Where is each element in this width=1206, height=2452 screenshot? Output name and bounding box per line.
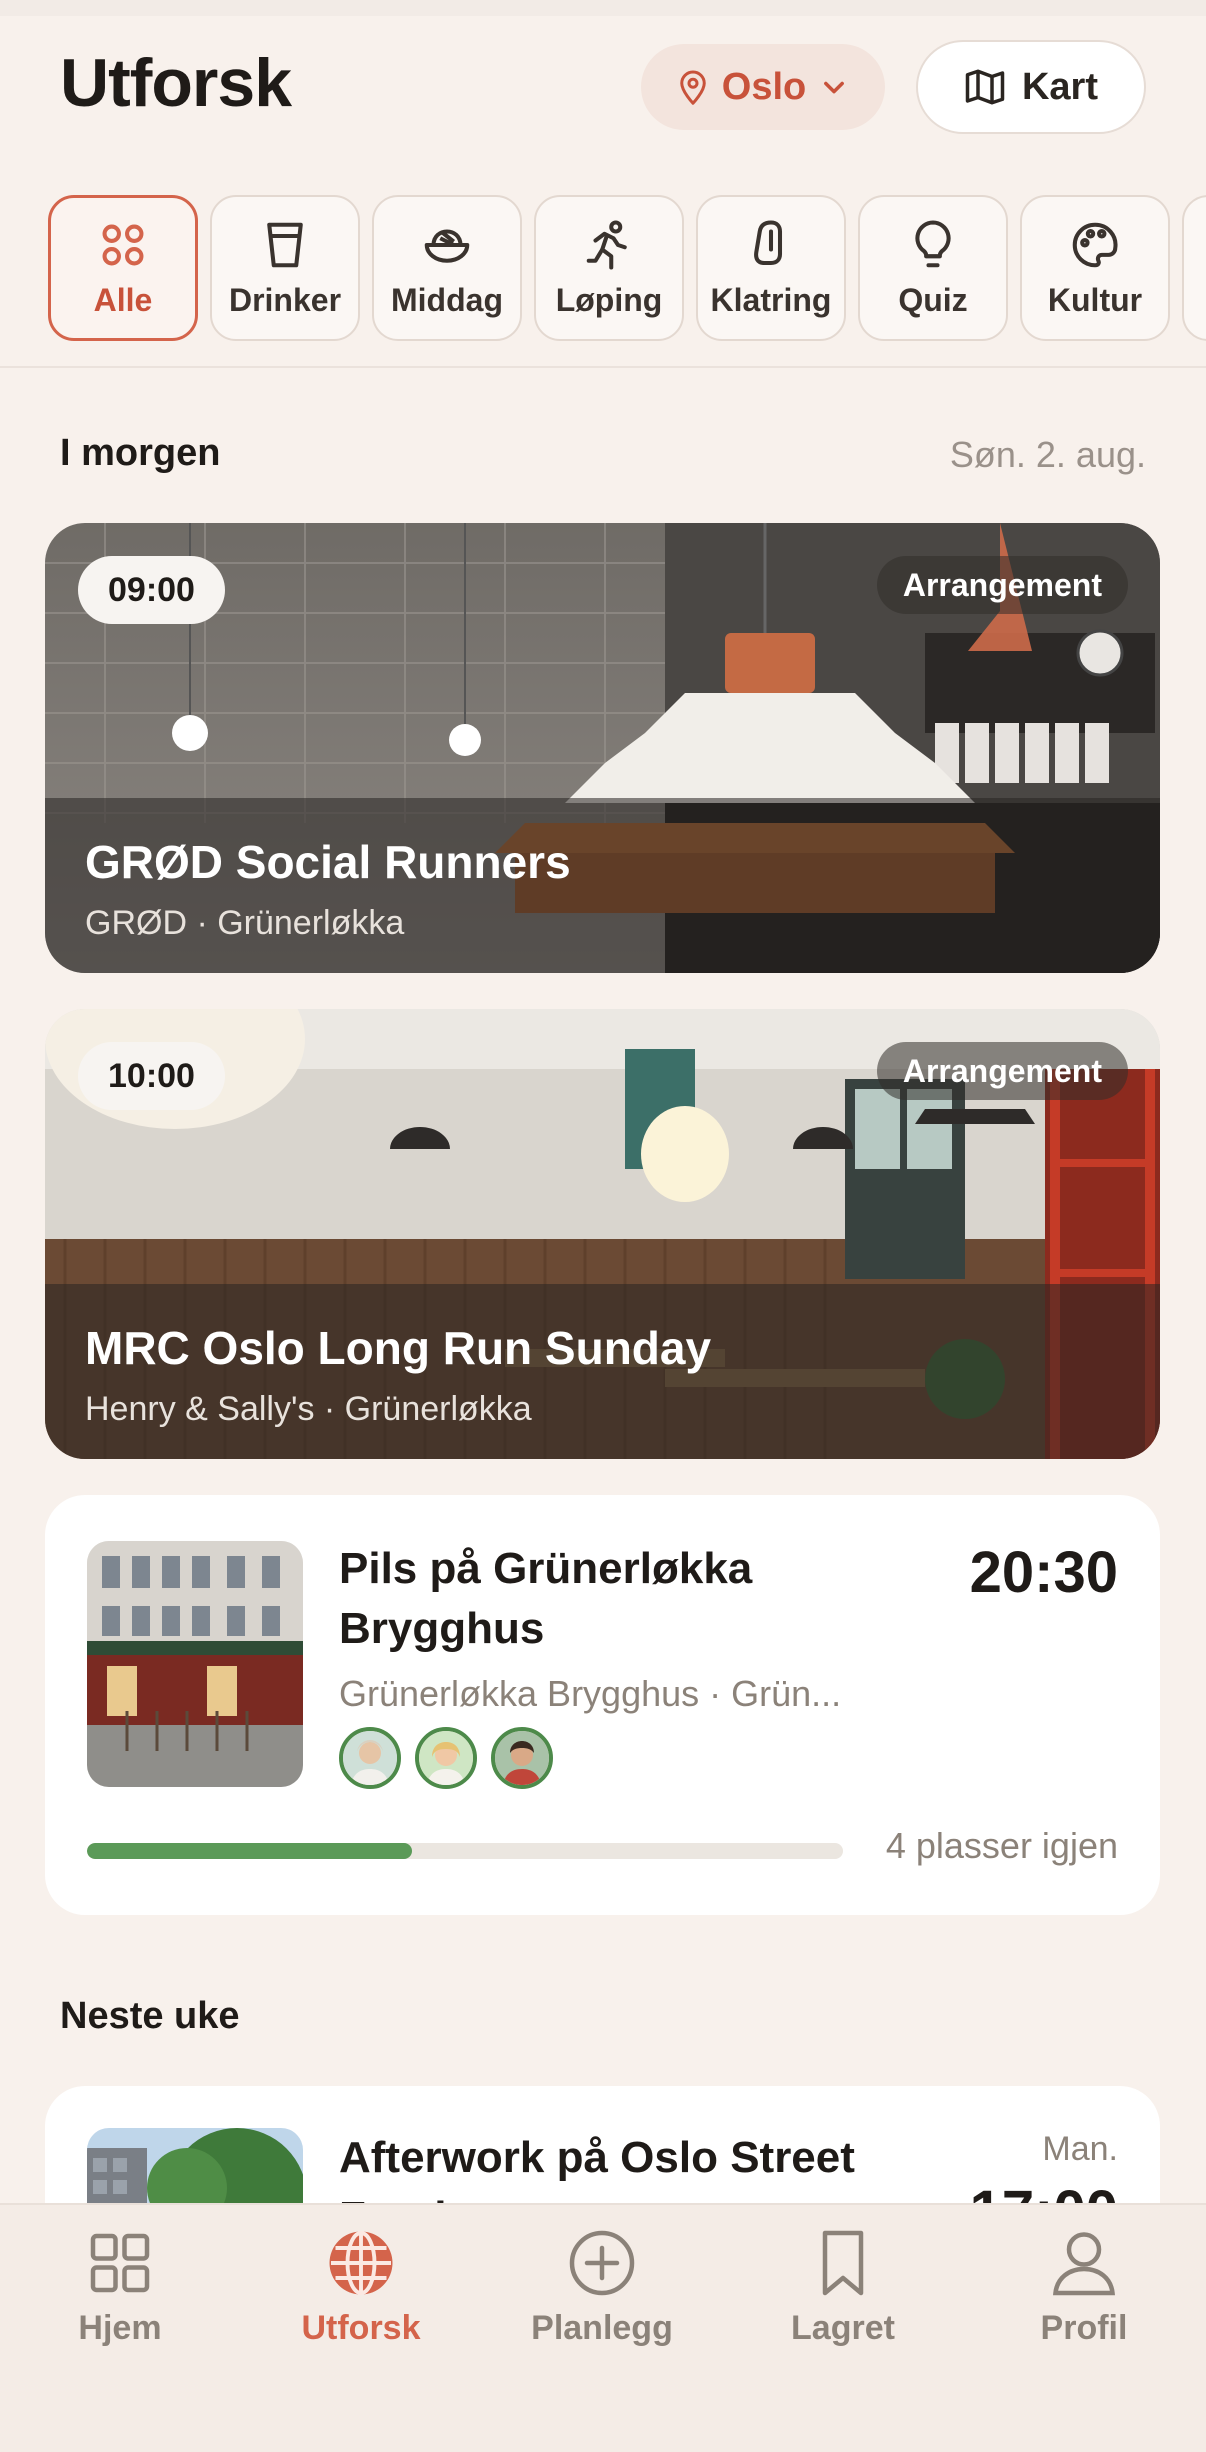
event-thumbnail	[87, 1541, 303, 1787]
event-time: 20:30	[969, 1540, 1118, 1605]
category-climbing[interactable]: Klatring	[696, 195, 846, 341]
category-label: Quiz	[898, 281, 968, 318]
grid-dots-icon	[102, 224, 144, 265]
event-title: MRC Oslo Long Run Sunday	[85, 1322, 712, 1374]
event-type-badge: Arrangement	[876, 1042, 1128, 1100]
nav-profile[interactable]: Profil	[984, 2227, 1184, 2348]
section-title-tomorrow: I morgen	[60, 432, 221, 474]
map-button[interactable]: Kart	[916, 40, 1146, 134]
cup-icon	[267, 222, 303, 267]
bookmark-icon	[822, 2230, 864, 2296]
bowl-icon	[424, 228, 470, 263]
category-drinks[interactable]: Drinker	[210, 195, 360, 341]
event-venue: Henry & Sally's · Grünerløkka	[85, 1390, 532, 1428]
nav-label: Hjem	[78, 2309, 162, 2347]
time-badge: 09:00	[78, 556, 225, 624]
spots-progress-fill	[87, 1843, 413, 1859]
nav-home[interactable]: Hjem	[20, 2227, 220, 2348]
category-filter-row: Alle Drinker Middag Løping Klatring Quiz…	[48, 195, 1206, 343]
section-date: Søn. 2. aug.	[949, 434, 1146, 475]
map-button-label: Kart	[1021, 65, 1099, 108]
category-label: Alle	[93, 281, 153, 318]
category-label: Klatring	[710, 281, 832, 318]
nav-saved[interactable]: Lagret	[743, 2227, 943, 2348]
avatar	[339, 1727, 401, 1789]
category-label: Middag	[391, 281, 503, 318]
grid-icon	[90, 2233, 150, 2293]
palette-icon	[1072, 222, 1118, 267]
category-culture[interactable]: Kultur	[1020, 195, 1170, 341]
category-label: Kultur	[1047, 281, 1143, 318]
avatar	[491, 1727, 553, 1789]
event-venue: GRØD · Grünerløkka	[85, 904, 405, 942]
event-type-badge: Arrangement	[876, 556, 1128, 614]
event-day: Man.	[1042, 2130, 1118, 2168]
avatar	[415, 1727, 477, 1789]
city-selector[interactable]: Oslo	[641, 44, 885, 130]
event-title: GRØD Social Runners	[85, 836, 571, 888]
globe-icon	[329, 2231, 393, 2295]
person-icon	[1053, 2232, 1115, 2296]
featured-event-card[interactable]: 10:00 Arrangement MRC Oslo Long Run Sund…	[45, 1009, 1160, 1459]
city-label: Oslo	[721, 65, 807, 108]
nav-explore[interactable]: Utforsk	[261, 2227, 461, 2348]
featured-event-card[interactable]: 09:00 Arrangement GRØD Social Runners GR…	[45, 523, 1160, 973]
category-all[interactable]: Alle	[48, 195, 198, 341]
bottom-navigation: Hjem Utforsk Planlegg Lagret Profil	[0, 2203, 1206, 2452]
nav-label: Profil	[1040, 2309, 1128, 2347]
plus-circle-icon	[569, 2230, 635, 2296]
nav-label: Utforsk	[301, 2309, 421, 2347]
category-label: Drinker	[228, 281, 342, 318]
time-badge: 10:00	[78, 1042, 225, 1110]
nav-label: Planlegg	[531, 2309, 673, 2347]
category-label: Løping	[555, 281, 663, 318]
event-venue: Grünerløkka Brygghus · Grün...	[339, 1673, 842, 1714]
carabiner-icon	[754, 219, 783, 265]
event-list-card[interactable]: Pils på Grünerløkka Brygghus 20:30 Grüne…	[45, 1495, 1160, 1915]
category-more-partial[interactable]	[1182, 195, 1206, 341]
spots-remaining: 4 plasser igjen	[885, 1825, 1118, 1866]
chevron-down-icon	[824, 81, 845, 94]
status-bar-strip	[0, 0, 1206, 16]
spots-progress-bar	[87, 1843, 843, 1859]
event-title: Pils på Grünerløkka Brygghus	[339, 1544, 753, 1653]
section-title-next-week: Neste uke	[60, 1995, 240, 2037]
category-quiz[interactable]: Quiz	[858, 195, 1008, 341]
lightbulb-icon	[915, 219, 951, 267]
map-icon	[965, 69, 1005, 105]
nav-plan[interactable]: Planlegg	[502, 2227, 702, 2348]
location-pin-icon	[680, 70, 706, 105]
attendee-avatars	[339, 1727, 553, 1789]
explore-screen: Utforsk Oslo Kart Alle Drinker Middag Lø…	[0, 0, 1206, 2452]
category-dinner[interactable]: Middag	[372, 195, 522, 341]
nav-label: Lagret	[791, 2309, 895, 2347]
page-title: Utforsk	[60, 45, 292, 121]
runner-icon	[586, 219, 627, 270]
category-running[interactable]: Løping	[534, 195, 684, 341]
divider	[0, 366, 1206, 368]
